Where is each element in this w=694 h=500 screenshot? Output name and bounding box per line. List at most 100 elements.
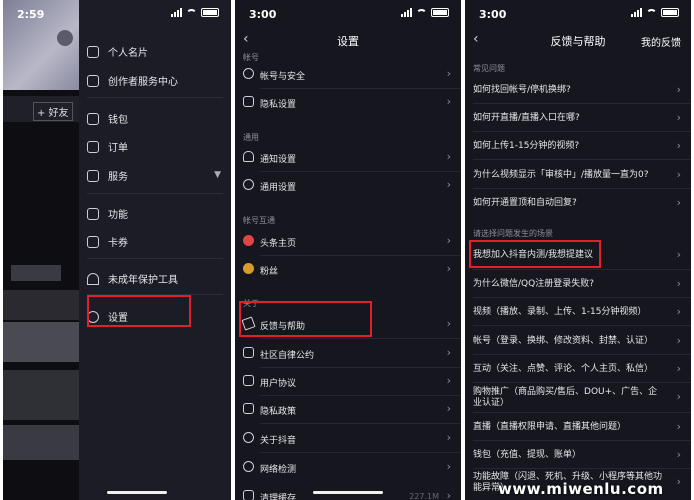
chevron-right-icon: › xyxy=(446,262,451,275)
scene-item[interactable]: 购物推广（商品购买/售后、DOU+、广告、企业认证） › xyxy=(465,383,691,413)
settings-row-toutiao[interactable]: 头条主页 › xyxy=(235,227,461,255)
add-friend-button[interactable]: + 好友 xyxy=(33,102,73,121)
my-feedback-link[interactable]: 我的反馈 xyxy=(641,34,681,49)
row-label: 隐私设置 xyxy=(260,100,297,110)
home-indicator xyxy=(313,491,383,494)
settings-row-user-agreement[interactable]: 用户协议 › xyxy=(235,367,461,395)
settings-row-privacy[interactable]: 隐私设置 › xyxy=(235,88,461,116)
id-card-icon xyxy=(87,45,99,58)
battery-icon xyxy=(201,8,219,17)
chevron-right-icon: › xyxy=(676,334,681,347)
scene-label: 为什么微信/QQ注册登录失败? xyxy=(473,279,594,289)
scene-label: 帐号（登录、换绑、修改资料、封禁、认证） xyxy=(473,336,654,346)
signal-icon xyxy=(401,8,412,17)
chevron-right-icon: › xyxy=(676,196,681,209)
row-label: 用户协议 xyxy=(260,379,297,389)
scene-item[interactable]: 互动（关注、点赞、评论、个人主页、私信） › xyxy=(465,355,691,383)
scene-item[interactable]: 直播（直播权限申请、直播其他问题） › xyxy=(465,413,691,441)
chevron-right-icon: › xyxy=(446,317,451,330)
drawer-item-coupon[interactable]: 卡券 xyxy=(87,234,128,249)
scene-item[interactable]: 为什么微信/QQ注册登录失败? › xyxy=(465,270,691,298)
chevron-right-icon: › xyxy=(446,431,451,444)
faq-label: 如何开通置顶和自动回复? xyxy=(473,198,577,208)
settings-row-about[interactable]: 关于抖音 › xyxy=(235,424,461,452)
globe-icon xyxy=(243,461,254,472)
drawer-item-function[interactable]: 功能 xyxy=(87,206,128,221)
chevron-right-icon: › xyxy=(446,346,451,359)
settings-row-general[interactable]: 通用设置 › xyxy=(235,171,461,199)
home-indicator xyxy=(107,491,167,494)
chevron-right-icon: › xyxy=(446,460,451,473)
settings-row-community[interactable]: 社区自律公约 › xyxy=(235,339,461,367)
chevron-right-icon: › xyxy=(676,248,681,261)
row-label: 粉丝 xyxy=(260,267,279,277)
highlight-box xyxy=(239,301,372,337)
faq-item[interactable]: 如何找回帐号/停机换绑? › xyxy=(465,76,691,104)
divider xyxy=(87,258,223,259)
bell-icon xyxy=(243,151,254,162)
status-icons xyxy=(401,8,449,17)
drawer-item-card[interactable]: 个人名片 xyxy=(87,44,148,59)
screen-feedback-help: 3:00 ‹ 反馈与帮助 我的反馈 常见问题 如何找回帐号/停机换绑? › 如何开… xyxy=(465,0,691,500)
faq-item[interactable]: 如何开通置顶和自动回复? › xyxy=(465,189,691,217)
chevron-right-icon: › xyxy=(446,178,451,191)
row-label: 网络检测 xyxy=(260,465,297,475)
blurred-thumbnail xyxy=(3,425,79,460)
faq-label: 如何上传1-15分钟的视频? xyxy=(473,141,580,151)
status-icons xyxy=(171,8,219,17)
wifi-icon xyxy=(416,8,427,17)
drawer-item-label: 未成年保护工具 xyxy=(108,275,178,286)
settings-row-notifications[interactable]: 通知设置 › xyxy=(235,143,461,171)
drawer-item-order[interactable]: 订单 xyxy=(87,139,128,154)
drawer-item-services[interactable]: 服务 xyxy=(87,168,227,183)
scene-label: 购物推广（商品购买/售后、DOU+、广告、企业认证） xyxy=(473,387,658,408)
drawer-item-label: 创作者服务中心 xyxy=(108,77,178,88)
chevron-right-icon: › xyxy=(446,234,451,247)
status-time: 3:00 xyxy=(479,8,507,21)
highlight-box xyxy=(469,240,601,268)
blurred-content xyxy=(11,265,61,281)
drawer-item-wallet[interactable]: 钱包 xyxy=(87,111,128,126)
status-bar: 3:00 xyxy=(465,0,691,26)
screen-settings: 3:00 ‹ 设置 帐号 帐号与安全 › 隐私设置 › 通用 通知设置 › 通用设置 ›… xyxy=(235,0,461,500)
page-title: 设置 xyxy=(337,35,359,48)
scene-label: 钱包（充值、提现、账单） xyxy=(473,450,582,460)
chevron-right-icon: › xyxy=(676,362,681,375)
row-label: 通用设置 xyxy=(260,183,297,193)
settings-row-privacy-policy[interactable]: 隐私政策 › xyxy=(235,395,461,423)
menu-icon[interactable] xyxy=(57,30,73,46)
settings-row-fans[interactable]: 粉丝 › xyxy=(235,255,461,283)
faq-item[interactable]: 如何开直播/直播入口在哪? › xyxy=(465,104,691,132)
faq-item[interactable]: 如何上传1-15分钟的视频? › xyxy=(465,132,691,160)
blurred-thumbnail xyxy=(3,370,79,420)
row-label: 头条主页 xyxy=(260,239,297,249)
chevron-right-icon: › xyxy=(676,111,681,124)
scene-item[interactable]: 视频（播放、录制、上传、1-15分钟视频） › xyxy=(465,298,691,326)
faq-item[interactable]: 为什么视频显示「审核中」/播放量一直为0? › xyxy=(465,161,691,189)
status-time: 3:00 xyxy=(249,8,277,21)
caret-down-icon[interactable]: ▼ xyxy=(214,170,221,180)
section-header: 请选择问题发生的场景 xyxy=(473,229,553,238)
profile-background: + 好友 xyxy=(3,0,79,500)
lock-icon xyxy=(243,96,254,107)
settings-icon xyxy=(243,179,254,190)
toutiao-icon xyxy=(243,235,254,246)
divider xyxy=(87,193,223,194)
section-header: 常见问题 xyxy=(473,64,505,73)
blurred-content xyxy=(3,290,79,320)
coupon-icon xyxy=(87,235,99,248)
scene-label: 直播（直播权限申请、直播其他问题） xyxy=(473,422,627,432)
scene-item[interactable]: 钱包（充值、提现、账单） › xyxy=(465,441,691,469)
chevron-right-icon: › xyxy=(676,277,681,290)
scene-item[interactable]: 帐号（登录、换绑、修改资料、封禁、认证） › xyxy=(465,327,691,355)
settings-row-account-security[interactable]: 帐号与安全 › xyxy=(235,60,461,88)
divider xyxy=(87,97,223,98)
watermark: www.miwenlu.com xyxy=(498,480,664,498)
drawer-item-minor-protection[interactable]: 未成年保护工具 xyxy=(87,271,178,286)
drawer-item-creator[interactable]: 创作者服务中心 xyxy=(87,73,178,88)
chevron-right-icon: › xyxy=(676,305,681,318)
settings-row-network[interactable]: 网络检测 › xyxy=(235,453,461,481)
book-icon xyxy=(243,375,254,386)
battery-icon xyxy=(661,8,679,17)
fans-icon xyxy=(243,263,254,274)
